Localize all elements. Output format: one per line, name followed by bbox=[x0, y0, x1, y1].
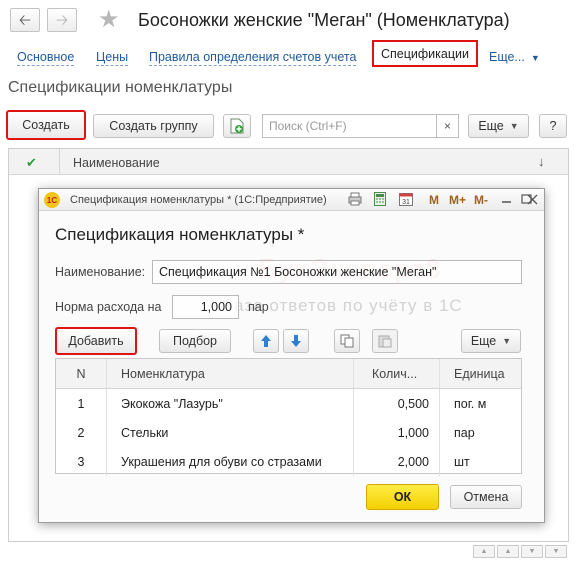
column-name-header[interactable]: Наименование bbox=[73, 156, 160, 170]
calculator-button[interactable] bbox=[374, 192, 386, 209]
list-more-button[interactable]: Еще ▼ bbox=[468, 114, 529, 138]
calendar-icon: 31 bbox=[399, 193, 413, 206]
scroll-top-button[interactable]: ▲ bbox=[473, 545, 495, 558]
caret-down-icon: ▼ bbox=[502, 336, 512, 346]
search-input[interactable]: Поиск (Ctrl+F) bbox=[262, 114, 437, 138]
minimize-button[interactable] bbox=[501, 193, 512, 208]
memory-plus-button[interactable]: M+ bbox=[449, 193, 466, 207]
dialog-heading: Спецификация номенклатуры * bbox=[55, 225, 305, 244]
print-icon bbox=[348, 192, 362, 206]
check-icon: ✔ bbox=[26, 155, 37, 170]
col-header-item[interactable]: Номенклатура bbox=[106, 359, 353, 388]
create-button[interactable]: Создать bbox=[6, 110, 86, 140]
tab-account-rules[interactable]: Правила определения счетов учета bbox=[149, 50, 357, 66]
memory-button[interactable]: M bbox=[429, 193, 439, 207]
calculator-icon bbox=[374, 192, 386, 206]
create-group-button[interactable]: Создать группу bbox=[93, 114, 214, 138]
tab-prices[interactable]: Цены bbox=[96, 50, 129, 66]
window-title: Босоножки женские "Меган" (Номенклатура) bbox=[138, 10, 510, 30]
memory-minus-button[interactable]: M- bbox=[474, 193, 488, 207]
row-qty: 1,000 bbox=[353, 418, 439, 447]
scroll-down-button[interactable]: ▼ bbox=[521, 545, 543, 558]
search-clear-button[interactable]: × bbox=[437, 114, 459, 138]
pick-button[interactable]: Подбор bbox=[159, 329, 231, 353]
back-button[interactable]: 🡠 bbox=[10, 8, 40, 32]
caret-down-icon: ▼ bbox=[530, 53, 540, 63]
row-number: 1 bbox=[77, 396, 85, 411]
dialog-more-button[interactable]: Еще ▼ bbox=[461, 329, 521, 353]
close-icon bbox=[527, 194, 538, 205]
composition-table: N Номенклатура Колич... Единица 1 Экокож… bbox=[55, 358, 522, 476]
scroll-bottom-button[interactable]: ▼ bbox=[545, 545, 567, 558]
sort-arrow-icon[interactable]: ↓ bbox=[538, 154, 545, 169]
minimize-icon bbox=[502, 201, 511, 203]
copy-button[interactable] bbox=[334, 329, 360, 353]
name-input[interactable]: Спецификация №1 Босоножки женские "Меган… bbox=[152, 260, 522, 284]
tabs-more-label: Еще... bbox=[489, 50, 525, 64]
ok-button[interactable]: ОК bbox=[366, 484, 439, 510]
star-icon[interactable]: ★ bbox=[98, 8, 120, 32]
row-unit: пар bbox=[439, 418, 521, 447]
row-qty: 0,500 bbox=[353, 389, 439, 418]
forward-arrow-icon: 🡢 bbox=[55, 11, 69, 29]
close-button[interactable] bbox=[527, 193, 538, 208]
list-header: ✔ Наименование ↓ bbox=[9, 149, 568, 175]
table-header: N Номенклатура Колич... Единица bbox=[56, 359, 521, 389]
move-up-button[interactable] bbox=[253, 329, 279, 353]
row-unit: пог. м bbox=[439, 389, 521, 418]
row-item: Стельки bbox=[106, 418, 353, 447]
dialog-window-title: Спецификация номенклатуры * (1С:Предприя… bbox=[70, 194, 327, 206]
column-divider bbox=[59, 149, 60, 174]
dialog-titlebar: 1С Спецификация номенклатуры * (1С:Предп… bbox=[39, 189, 544, 211]
rate-unit: пар bbox=[248, 300, 269, 314]
name-label: Наименование: bbox=[55, 265, 146, 279]
add-file-icon bbox=[230, 118, 244, 134]
page-subtitle: Спецификации номенклатуры bbox=[8, 79, 233, 96]
row-qty: 2,000 bbox=[353, 447, 439, 476]
add-button[interactable]: Добавить bbox=[55, 327, 137, 355]
scroll-up-button[interactable]: ▲ bbox=[497, 545, 519, 558]
col-header-n[interactable]: N bbox=[56, 359, 106, 388]
add-file-button[interactable] bbox=[223, 114, 251, 138]
arrow-down-icon bbox=[291, 335, 301, 347]
logo-1c-icon: 1С bbox=[44, 192, 60, 208]
row-item: Украшения для обуви со стразами bbox=[106, 447, 353, 476]
forward-button[interactable]: 🡢 bbox=[47, 8, 77, 32]
down-icon: ▼ bbox=[528, 548, 536, 555]
dialog-more-label: Еще bbox=[470, 334, 497, 348]
rate-label: Норма расхода на bbox=[55, 300, 162, 314]
paste-button[interactable] bbox=[372, 329, 398, 353]
back-arrow-icon: 🡠 bbox=[18, 11, 32, 29]
row-item: Экокожа "Лазурь" bbox=[106, 389, 353, 418]
table-row[interactable]: 3 Украшения для обуви со стразами 2,000 … bbox=[56, 447, 521, 476]
up-icon: ▲ bbox=[504, 548, 512, 555]
calendar-button[interactable]: 31 bbox=[399, 192, 413, 209]
paste-icon bbox=[378, 335, 392, 348]
rate-input[interactable]: 1,000 bbox=[172, 295, 239, 319]
tabs-more-menu[interactable]: Еще... ▼ bbox=[489, 50, 540, 64]
col-header-qty[interactable]: Колич... bbox=[353, 359, 439, 388]
list-more-label: Еще bbox=[478, 119, 504, 133]
arrow-up-icon bbox=[261, 335, 271, 347]
print-button[interactable] bbox=[348, 192, 362, 209]
tab-specifications[interactable]: Спецификации bbox=[372, 40, 478, 67]
row-number: 2 bbox=[77, 425, 85, 440]
tab-main[interactable]: Основное bbox=[17, 50, 75, 66]
svg-text:31: 31 bbox=[402, 199, 410, 206]
help-button[interactable]: ? bbox=[539, 114, 567, 138]
copy-icon bbox=[340, 334, 354, 348]
cancel-button[interactable]: Отмена bbox=[450, 485, 522, 509]
double-down-icon: ▼ bbox=[552, 548, 560, 555]
table-row[interactable]: 1 Экокожа "Лазурь" 0,500 пог. м bbox=[56, 389, 521, 418]
double-up-icon: ▲ bbox=[480, 548, 488, 555]
col-header-unit[interactable]: Единица bbox=[439, 359, 521, 388]
table-row[interactable]: 2 Стельки 1,000 пар bbox=[56, 418, 521, 447]
move-down-button[interactable] bbox=[283, 329, 309, 353]
caret-down-icon: ▼ bbox=[509, 121, 519, 131]
row-number: 3 bbox=[77, 454, 85, 469]
row-unit: шт bbox=[439, 447, 521, 476]
